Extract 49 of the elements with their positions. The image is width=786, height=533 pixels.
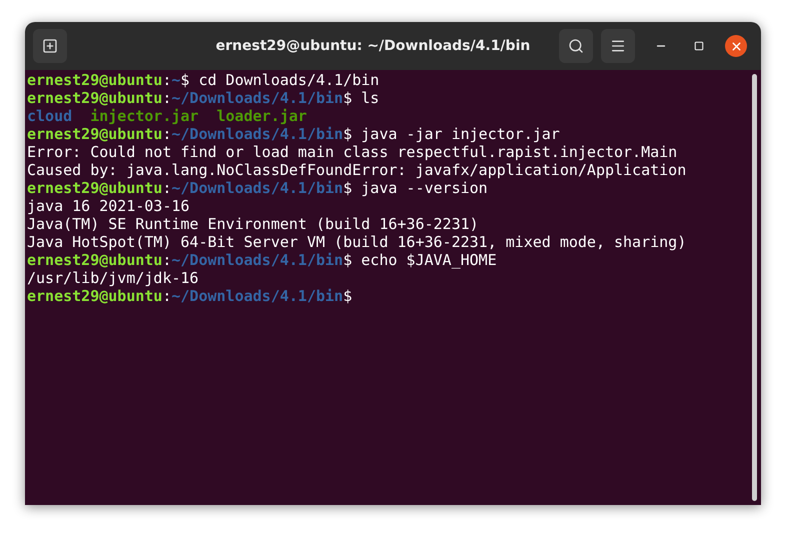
prompt-symbol: $ <box>343 89 352 107</box>
prompt-separator: : <box>162 287 172 305</box>
command-text: echo $JAVA_HOME <box>361 251 497 269</box>
prompt-separator: : <box>162 71 172 89</box>
output-line: Caused by: java.lang.NoClassDefFoundError: javafx/application/Application <box>27 161 686 179</box>
prompt-user: ernest29@ubuntu <box>27 71 162 89</box>
command-text: cd Downloads/4.1/bin <box>198 71 380 89</box>
prompt-separator: : <box>162 179 172 197</box>
scrollbar-thumb[interactable] <box>752 74 757 501</box>
prompt-user: ernest29@ubuntu <box>27 251 162 269</box>
command-text: java -jar injector.jar <box>361 125 560 143</box>
new-tab-icon <box>42 38 58 54</box>
new-tab-button[interactable] <box>33 29 67 63</box>
search-button[interactable] <box>559 29 593 63</box>
prompt-symbol: $ <box>343 287 352 305</box>
file-name: loader.jar <box>216 107 307 125</box>
prompt-symbol: $ <box>343 179 352 197</box>
prompt-symbol: $ <box>180 71 190 89</box>
prompt-path: ~/Downloads/4.1/bin <box>172 179 344 197</box>
prompt-path: ~/Downloads/4.1/bin <box>172 89 344 107</box>
output-line: java 16 2021-03-16 <box>27 197 190 215</box>
prompt-symbol: $ <box>343 125 352 143</box>
close-icon <box>730 40 742 52</box>
prompt-user: ernest29@ubuntu <box>27 125 162 143</box>
prompt-separator: : <box>162 89 172 107</box>
prompt-user: ernest29@ubuntu <box>27 179 162 197</box>
prompt-path: ~/Downloads/4.1/bin <box>172 287 344 305</box>
search-icon <box>568 38 584 54</box>
prompt-path: ~/Downloads/4.1/bin <box>172 125 344 143</box>
output-line: Error: Could not find or load main class respectful.rapist.injector.Main <box>27 143 678 161</box>
close-button[interactable] <box>725 35 747 57</box>
prompt-symbol: $ <box>343 251 352 269</box>
prompt-user: ernest29@ubuntu <box>27 287 162 305</box>
output-line: /usr/lib/jvm/jdk-16 <box>27 269 199 287</box>
output-line: Java(TM) SE Runtime Environment (build 16+36-2231) <box>27 215 479 233</box>
file-name: injector.jar <box>90 107 199 125</box>
command-text: java --version <box>361 179 488 197</box>
maximize-icon <box>694 41 704 51</box>
window-title: ernest29@ubuntu: ~/Downloads/4.1/bin <box>216 36 530 56</box>
prompt-separator: : <box>162 251 172 269</box>
menu-icon <box>610 38 626 54</box>
prompt-path: ~/Downloads/4.1/bin <box>172 251 344 269</box>
output-line: Java HotSpot(TM) 64-Bit Server VM (build 16+36-2231, mixed mode, sharing) <box>27 233 686 251</box>
directory-name: cloud <box>27 107 72 125</box>
menu-button[interactable] <box>601 29 635 63</box>
prompt-user: ernest29@ubuntu <box>27 89 162 107</box>
command-text: ls <box>361 89 380 107</box>
prompt-separator: : <box>162 125 172 143</box>
prompt-path: ~ <box>172 71 181 89</box>
